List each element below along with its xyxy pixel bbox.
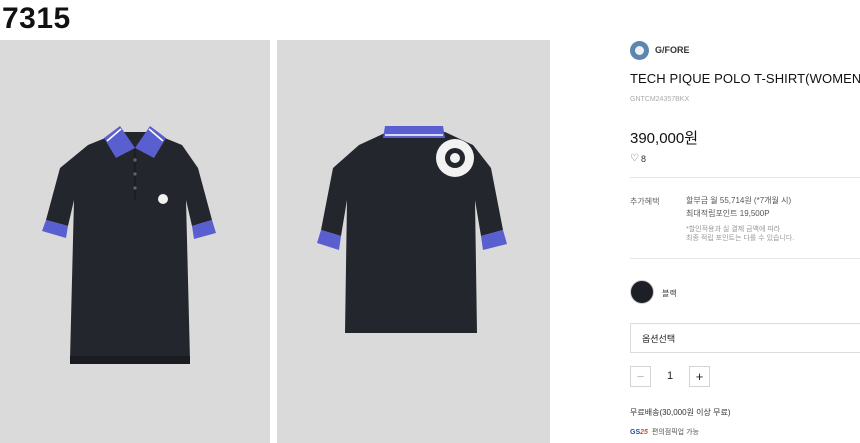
quantity-decrease-button[interactable]: −: [630, 365, 651, 387]
like-count-value: 8: [640, 153, 646, 164]
color-swatch-black[interactable]: [630, 280, 654, 304]
color-swatch-label: 블랙: [662, 289, 677, 298]
quantity-stepper: − 1 +: [630, 365, 710, 387]
benefit-label: 추가혜택: [630, 197, 660, 206]
product-sku: GNTCM24357BKX: [630, 96, 690, 103]
pickup-text: 편의점픽업 가능: [651, 429, 699, 436]
installment-info: 할부금 월 55,714원 (*7개월 시): [686, 196, 792, 205]
brand-name[interactable]: G/FORE: [655, 45, 690, 55]
heart-icon: ♡: [630, 153, 639, 164]
product-image-back[interactable]: [277, 40, 550, 443]
gs25-logo-icon: GS25: [630, 428, 648, 436]
product-price: 390,000원: [630, 130, 699, 147]
product-title: TECH PIQUE POLO T-SHIRT(WOMEN): [630, 71, 860, 86]
divider: [630, 258, 860, 259]
brand-row[interactable]: G/FORE: [630, 40, 690, 60]
like-count[interactable]: ♡ 8: [630, 153, 646, 164]
points-info: 최대적립포인트 19,500P: [686, 209, 770, 218]
page-id-label: 7315: [2, 2, 71, 35]
brand-logo-icon: [630, 40, 649, 60]
option-select-placeholder: 옵션선택: [642, 333, 676, 344]
option-select[interactable]: 옵션선택: [630, 323, 860, 353]
quantity-value[interactable]: 1: [651, 370, 689, 382]
pickup-info: GS25 편의점픽업 가능: [630, 427, 699, 437]
points-note-2: 최종 적립 포인트는 다를 수 있습니다.: [686, 235, 795, 242]
shipping-info: 무료배송(30,000원 이상 무료): [630, 408, 731, 417]
product-image-front[interactable]: [0, 40, 270, 443]
polo-back-illustration: [317, 126, 507, 333]
polo-front-illustration: [42, 126, 216, 364]
divider: [630, 177, 860, 178]
quantity-increase-button[interactable]: +: [689, 365, 710, 387]
